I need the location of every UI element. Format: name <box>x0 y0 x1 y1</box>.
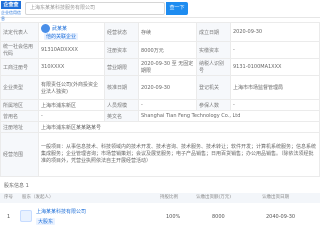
address-label: 注册地址 <box>0 121 39 133</box>
subscribed-date: 2040-09-30 <box>266 214 296 220</box>
company-type-value: 有限责任公司(外商投资企业法人独资) <box>38 75 105 100</box>
site-logo[interactable]: 企查查 <box>1 1 21 9</box>
tax-id-label: 纳税人识别号 <box>196 58 231 76</box>
business-info-table: 法定代表人 武某某 他的关联企业 经营状态 存续 成立日期 2020-09-30… <box>0 22 320 177</box>
approval-date-value: 2020-09-30 <box>138 75 197 100</box>
major-shareholder-tag: 大股东 <box>36 218 56 225</box>
registration-authority-label: 登记机关 <box>196 75 231 100</box>
related-company-tag[interactable]: 他的关联企业 <box>44 33 79 40</box>
site-logo-subtitle: 企业信用信息 <box>1 10 21 21</box>
shareholders-title: 股东信息 1 <box>4 183 29 189</box>
registered-capital-label: 注册资本 <box>104 41 139 59</box>
top-bar: 企查查 企业信用信息 上海东某某科技服务有限公司 查一下 <box>0 0 320 21</box>
table-row: 曾用名 - 英文名 Shanghai Tian Feng Technology … <box>0 110 320 122</box>
insured-count-label: 参保人数 <box>196 99 231 111</box>
legal-rep-cell: 武某某 他的关联企业 <box>38 22 105 42</box>
english-name-label: 英文名 <box>104 110 139 122</box>
region-label: 所属地区 <box>0 99 39 111</box>
founded-value: 2020-09-30 <box>230 22 320 42</box>
table-row: 企业类型 有限责任公司(外商投资企业法人独资) 核准日期 2020-09-30 … <box>0 75 320 100</box>
col-date: 认缴出资日期 <box>262 195 289 200</box>
subscribed-amount: 8000 <box>212 214 225 220</box>
paid-capital-label: 实缴资本 <box>196 41 231 59</box>
company-type-label: 企业类型 <box>0 75 39 100</box>
status-value: 存续 <box>138 22 197 42</box>
status-label: 经营状态 <box>104 22 139 42</box>
registered-capital-value: 8000万元 <box>138 41 197 59</box>
table-row: 所属地区 上海市浦东新区 人员规模 - 参保人数 - <box>0 99 320 111</box>
col-amount: 认缴出资额(万元) <box>196 195 232 200</box>
tax-id-value: 9131-0100MA1XXX <box>230 58 320 76</box>
shareholders-header: 序号 股东（发起人） 持股比例 认缴出资额(万元) 认缴出资日期 <box>0 193 320 203</box>
business-scope-value: 一般项目：从事信息技术、科技领域内的技术开发、技术咨询、技术服务、技术转让；软件… <box>38 132 320 177</box>
reg-number-label: 工商注册号 <box>0 58 39 76</box>
registration-authority-value: 上海市市场监督管理局 <box>230 75 320 100</box>
table-row: 工商注册号 310XXXX 营业期限 2020-09-30 至 无固定期限 纳税… <box>0 58 320 76</box>
address-value: 上海市浦东新区某某路某号 <box>38 121 320 133</box>
business-term-value: 2020-09-30 至 无固定期限 <box>138 58 197 76</box>
table-row: 注册地址 上海市浦东新区某某路某号 <box>0 121 320 133</box>
insured-count-value: - <box>230 99 320 111</box>
staff-size-value: - <box>138 99 197 111</box>
credit-code-label: 统一社会信用代码 <box>0 41 39 59</box>
shareholder-name[interactable]: 上海某某科技有限公司 <box>36 208 86 215</box>
founded-label: 成立日期 <box>196 22 231 42</box>
paid-capital-value: - <box>230 41 320 59</box>
business-scope-label: 经营范围 <box>0 132 39 177</box>
former-name-value: - <box>38 110 105 122</box>
table-row: 法定代表人 武某某 他的关联企业 经营状态 存续 成立日期 2020-09-30 <box>0 22 320 42</box>
company-profile-page: 企查查 企业信用信息 上海东某某科技服务有限公司 查一下 法定代表人 武某某 他… <box>0 0 320 240</box>
row-index: 1 <box>7 214 11 220</box>
legal-rep-label: 法定代表人 <box>0 22 39 42</box>
avatar <box>41 24 50 33</box>
company-logo-icon <box>20 210 32 222</box>
shareholding-ratio: 100% <box>166 214 181 220</box>
staff-size-label: 人员规模 <box>104 99 139 111</box>
region-value: 上海市浦东新区 <box>38 99 105 111</box>
search-button[interactable]: 查一下 <box>166 2 188 15</box>
reg-number-value: 310XXXX <box>38 58 105 76</box>
col-ratio: 持股比例 <box>160 195 178 200</box>
table-row: 经营范围 一般项目：从事信息技术、科技领域内的技术开发、技术咨询、技术服务、技术… <box>0 132 320 177</box>
legal-rep-name[interactable]: 武某某 <box>52 26 67 32</box>
business-term-label: 营业期限 <box>104 58 139 76</box>
former-name-label: 曾用名 <box>0 110 39 122</box>
table-row: 1 上海某某科技有限公司 大股东 100% 8000 2040-09-30 <box>0 204 320 240</box>
table-row: 统一社会信用代码 91310ADXXXX 注册资本 8000万元 实缴资本 - <box>0 41 320 59</box>
english-name-value: Shanghai Tian Feng Technology Co., Ltd <box>138 110 320 122</box>
search-input[interactable]: 上海东某某科技服务有限公司 <box>25 2 165 15</box>
approval-date-label: 核准日期 <box>104 75 139 100</box>
col-shareholder: 股东（发起人） <box>22 195 54 200</box>
credit-code-value: 91310ADXXXX <box>38 41 105 59</box>
col-index: 序号 <box>4 195 13 200</box>
